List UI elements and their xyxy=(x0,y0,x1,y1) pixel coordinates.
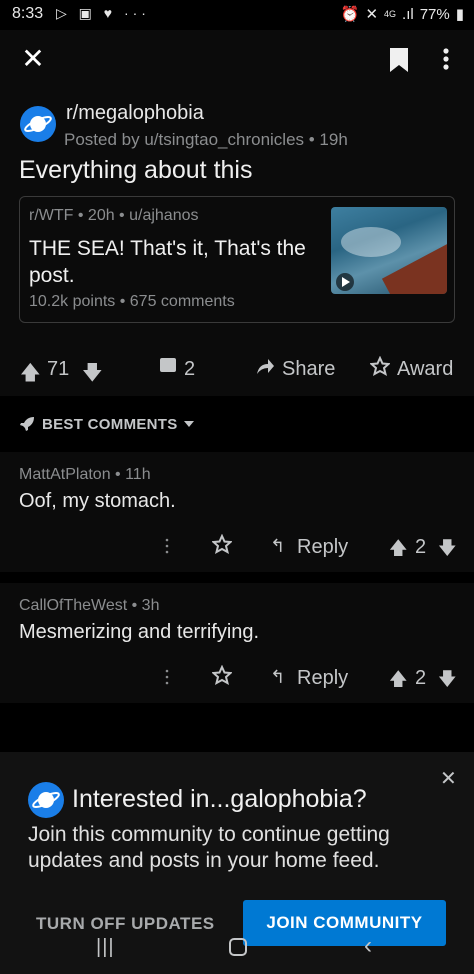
subreddit-avatar[interactable] xyxy=(20,106,56,142)
downvote-icon[interactable]: 🡇 xyxy=(438,536,457,566)
comment: CallOfTheWest • 3h Mesmerizing and terri… xyxy=(0,583,474,703)
downvote-icon[interactable]: 🡇 xyxy=(438,667,457,697)
back-icon[interactable]: ‹ xyxy=(364,932,372,960)
play-icon xyxy=(336,273,354,291)
comment-body: Mesmerizing and terrifying. xyxy=(19,621,260,643)
status-time: 8:33 xyxy=(12,5,44,22)
close-icon[interactable]: ✕ xyxy=(18,44,48,74)
reply-button[interactable]: Reply xyxy=(297,536,348,559)
wave-foam xyxy=(341,227,401,257)
home-icon[interactable] xyxy=(229,938,247,956)
battery-icon: ▮ xyxy=(455,6,464,23)
top-app-bar: ✕ xyxy=(0,30,474,90)
crosspost-meta: r/WTF • 20h • u/ajhanos xyxy=(29,207,199,224)
award-button[interactable]: Award xyxy=(397,358,453,381)
sheet-description: Join this community to continue getting … xyxy=(28,823,390,872)
comment-score: 2 xyxy=(415,536,427,558)
post-title: Everything about this xyxy=(19,156,253,184)
reply-button[interactable]: Reply xyxy=(297,667,348,690)
sort-label[interactable]: BEST COMMENTS xyxy=(42,416,178,433)
alarm-icon: ⏰ xyxy=(340,6,360,23)
recents-icon[interactable]: ||| xyxy=(96,936,115,959)
video-thumbnail[interactable] xyxy=(331,207,447,294)
battery-level: 77% xyxy=(419,5,450,23)
comment-more-icon[interactable] xyxy=(165,538,169,554)
comment-author[interactable]: CallOfTheWest • 3h xyxy=(19,597,159,615)
post-byline[interactable]: Posted by u/tsingtao_chronicles • 19h xyxy=(64,130,348,150)
comment-score: 2 xyxy=(415,667,427,689)
post: r/megalophobia Posted by u/tsingtao_chro… xyxy=(0,90,474,396)
comment-more-icon[interactable] xyxy=(165,669,169,685)
upvote-icon[interactable]: 🡅 xyxy=(20,358,41,392)
reply-icon[interactable]: ↰ xyxy=(270,536,285,557)
comment-icon[interactable] xyxy=(160,358,176,372)
mute-icon: ✕ xyxy=(365,6,379,23)
upvote-icon[interactable]: 🡅 xyxy=(389,667,408,697)
bookmark-icon[interactable] xyxy=(389,47,409,73)
upvote-icon[interactable]: 🡅 xyxy=(389,536,408,566)
sheet-heading: Interested in...galophobia? xyxy=(72,785,367,813)
crosspost-stats: 10.2k points • 675 comments xyxy=(29,293,235,310)
reply-icon[interactable]: ↰ xyxy=(270,667,285,688)
award-icon[interactable] xyxy=(212,534,232,556)
comment-sort-bar[interactable]: BEST COMMENTS xyxy=(0,397,474,451)
post-actions: 🡅 71 🡇 2 Share Award xyxy=(0,352,474,388)
system-nav-bar: ||| ‹ xyxy=(0,930,474,974)
award-icon[interactable] xyxy=(212,665,232,687)
post-score: 71 xyxy=(47,358,70,380)
award-icon[interactable] xyxy=(370,356,390,378)
comment-body: Oof, my stomach. xyxy=(19,490,176,512)
share-icon[interactable] xyxy=(255,356,275,378)
close-icon[interactable]: ✕ xyxy=(440,766,457,791)
subreddit-avatar xyxy=(28,782,64,818)
chevron-down-icon[interactable] xyxy=(184,421,194,427)
comment-author[interactable]: MattAtPlaton • 11h xyxy=(19,466,151,484)
more-options-icon[interactable] xyxy=(436,44,456,74)
comment: MattAtPlaton • 11h Oof, my stomach. ↰ Re… xyxy=(0,452,474,572)
crosspost-title: THE SEA! That's it, That's the post. xyxy=(29,237,306,287)
subreddit-name[interactable]: r/megalophobia xyxy=(66,102,204,125)
status-bar: 8:33 ▷ ▣ ♥ ··· ⏰ ✕ 4G .ıl 77% ▮ xyxy=(0,0,474,30)
status-right: ⏰ ✕ 4G .ıl 77% ▮ xyxy=(340,5,464,24)
notification-icons: ▷ ▣ ♥ ··· xyxy=(56,5,150,21)
rocket-icon xyxy=(19,416,35,432)
downvote-icon[interactable]: 🡇 xyxy=(82,358,103,392)
network-type: 4G xyxy=(384,8,397,19)
crosspost-card[interactable]: r/WTF • 20h • u/ajhanos THE SEA! That's … xyxy=(19,196,455,323)
signal-icon: .ıl xyxy=(402,5,414,23)
share-button[interactable]: Share xyxy=(282,358,335,381)
comment-count[interactable]: 2 xyxy=(184,358,195,381)
